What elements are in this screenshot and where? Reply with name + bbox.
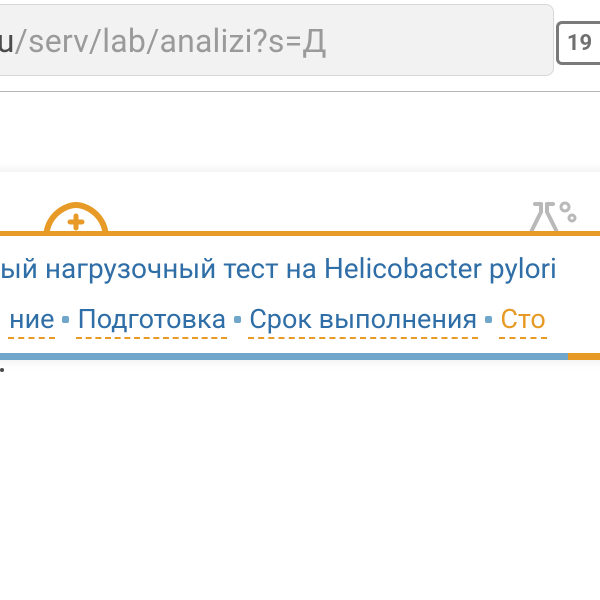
tab-dot-icon	[234, 316, 241, 323]
url-host: hmi.ru	[0, 22, 15, 60]
tab-ние[interactable]: ние	[8, 303, 55, 339]
content-card: ый нагрузочный тест на Helicobacter pylo…	[0, 172, 600, 360]
tab-dot-icon	[485, 316, 492, 323]
tab-подготовка[interactable]: Подготовка	[76, 303, 227, 339]
tab-count-value: 19	[567, 31, 592, 56]
lab-flask-icon	[520, 196, 580, 236]
tab-сто[interactable]: Сто	[499, 303, 546, 339]
page-title: ый нагрузочный тест на Helicobacter pylo…	[0, 252, 600, 285]
tab-срок выполнения[interactable]: Срок выполнения	[248, 303, 478, 339]
nurse-cap-icon	[42, 196, 110, 236]
url-bar[interactable]: hmi.ru/serv/lab/analizi?s=Д	[0, 4, 554, 76]
icon-bar-rule	[0, 231, 600, 236]
browser-chrome: hmi.ru/serv/lab/analizi?s=Д 19	[0, 0, 600, 92]
tab-count-button[interactable]: 19	[556, 21, 600, 65]
url-text: hmi.ru/serv/lab/analizi?s=Д	[0, 19, 327, 63]
subnav-tabs: ние Подготовка Срок выполнения Сто	[0, 299, 600, 353]
page-top-gap	[0, 92, 600, 172]
icon-bar	[0, 172, 600, 236]
progress-bar	[0, 353, 600, 360]
body-text-fragment	[0, 368, 4, 372]
url-path: /serv/lab/analizi?s=Д	[15, 22, 327, 60]
tab-dot-icon	[62, 316, 69, 323]
progress-done	[568, 353, 600, 360]
